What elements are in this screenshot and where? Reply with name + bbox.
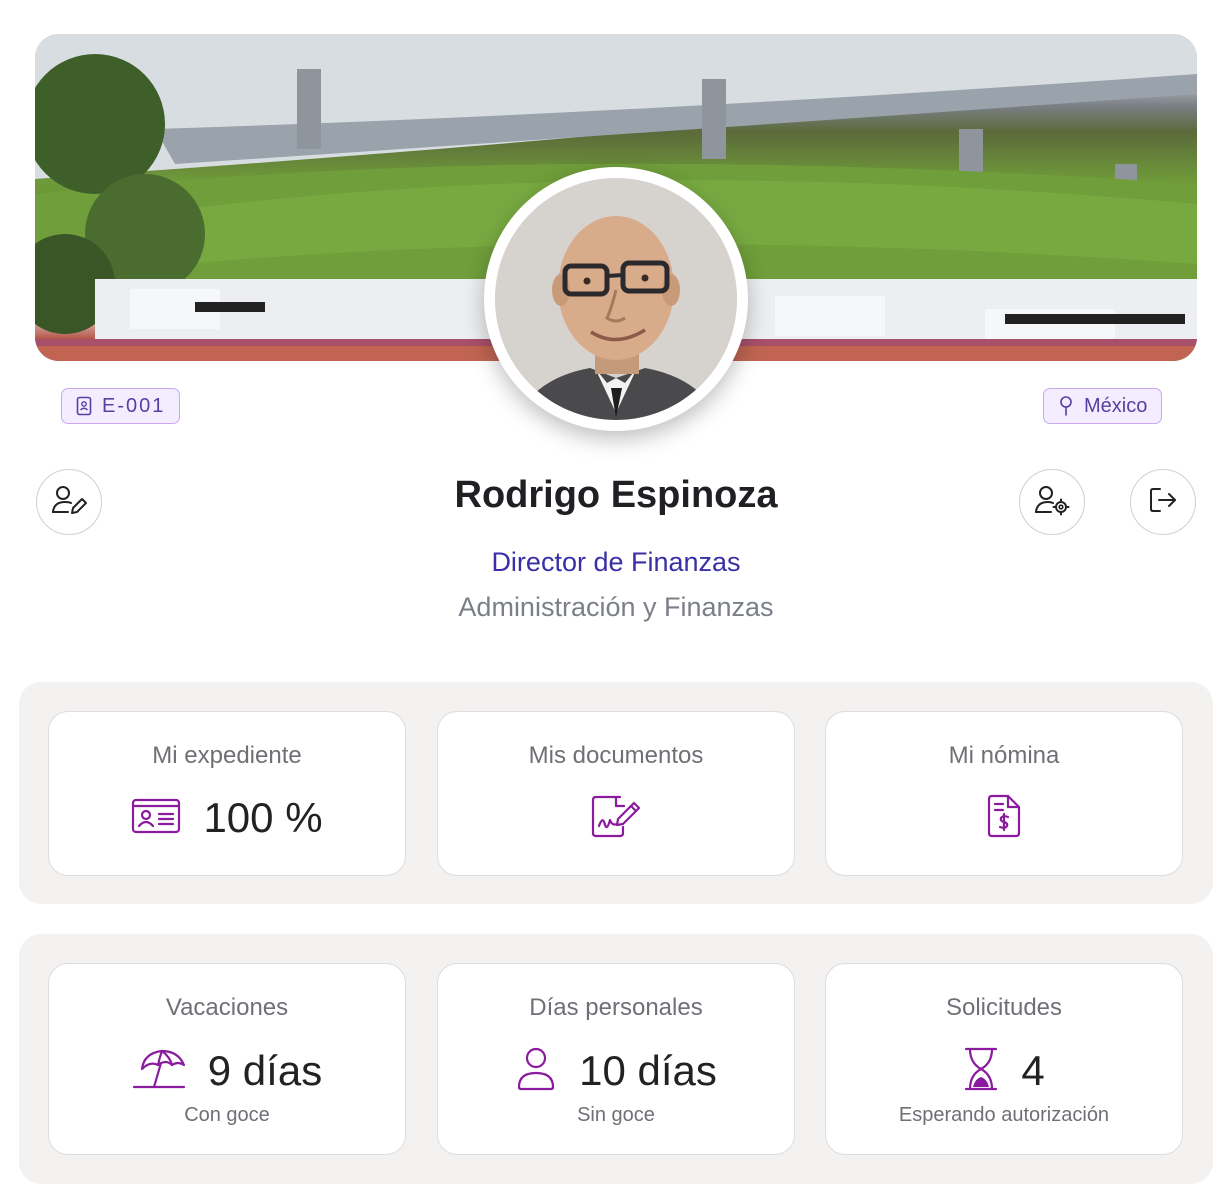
card-subtitle: Esperando autorización: [898, 1104, 1110, 1126]
card-title: Días personales: [529, 994, 703, 1021]
location-text: México: [1084, 394, 1148, 417]
personal-days-card[interactable]: Días personales 10 días Sin goce: [437, 963, 795, 1155]
card-title: Vacaciones: [165, 994, 289, 1021]
profile-photo: [495, 178, 737, 420]
card-title: Mi nómina: [948, 742, 1060, 769]
my-payroll-card[interactable]: Mi nómina: [825, 711, 1183, 876]
employee-name: Rodrigo Espinoza: [454, 474, 778, 516]
my-documents-card[interactable]: Mis documentos: [437, 711, 795, 876]
card-title: Solicitudes: [945, 994, 1063, 1021]
id-badge-icon: [76, 396, 92, 416]
beach-umbrella-icon: [132, 1047, 186, 1096]
employee-department: Administración y Finanzas: [458, 592, 774, 622]
card-title: Mis documentos: [528, 742, 704, 769]
employee-role: Director de Finanzas: [491, 547, 741, 577]
my-file-card[interactable]: Mi expediente 100 %: [48, 711, 406, 876]
personal-days-value: 10 días: [579, 1047, 717, 1094]
time-off-panel: Vacaciones 9 días Con goce Días personal…: [19, 934, 1213, 1184]
card-subtitle: Con goce: [184, 1104, 270, 1126]
file-completion-value: 100 %: [203, 794, 323, 841]
vacation-card[interactable]: Vacaciones 9 días Con goce: [48, 963, 406, 1155]
person-icon: [515, 1047, 557, 1096]
hourglass-icon: [963, 1046, 999, 1097]
requests-count-value: 4: [1021, 1047, 1045, 1094]
quick-access-panel: Mi expediente 100 % Mis documentos Mi nó…: [19, 682, 1213, 904]
card-subtitle: Sin goce: [577, 1104, 655, 1126]
vacation-days-value: 9 días: [207, 1047, 323, 1094]
invoice-dollar-icon: [986, 793, 1022, 844]
employee-id-text: E-001: [102, 394, 166, 417]
id-card-icon: [131, 797, 181, 840]
requests-card[interactable]: Solicitudes 4 Esperando autorización: [825, 963, 1183, 1155]
location-badge: México: [1043, 388, 1163, 424]
employee-id-badge: E-001: [61, 388, 181, 424]
location-pin-icon: [1058, 395, 1074, 417]
document-signature-icon: [590, 793, 642, 844]
card-title: Mi expediente: [152, 742, 302, 769]
profile-avatar[interactable]: [484, 167, 748, 431]
